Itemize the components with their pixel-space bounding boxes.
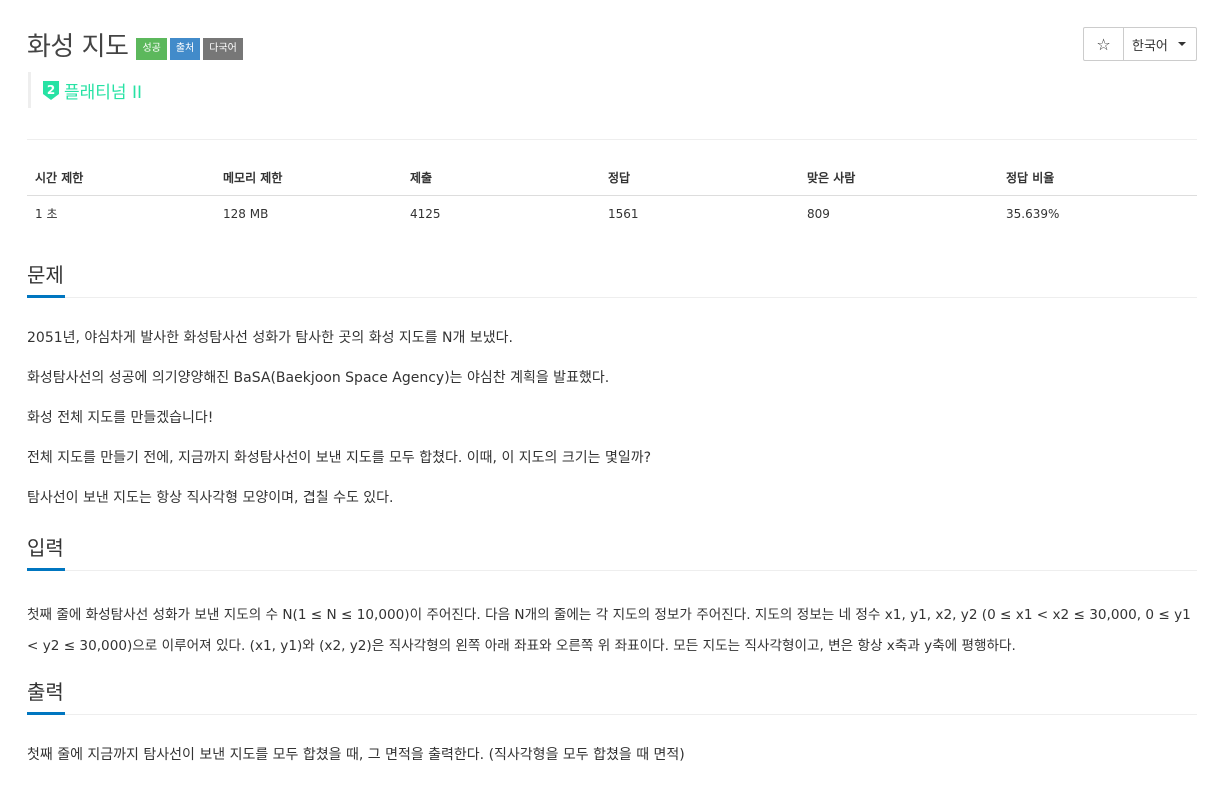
stats-header-row: 시간 제한 메모리 제한 제출 정답 맞은 사람 정답 비율 <box>27 160 1197 196</box>
memory-limit-header: 메모리 제한 <box>215 160 402 196</box>
submissions-header: 제출 <box>402 160 600 196</box>
memory-limit-value: 128 MB <box>223 206 269 221</box>
header-controls: ☆ 한국어 <box>1083 27 1197 61</box>
heading-underline <box>27 295 65 298</box>
output-section-head: 출력 <box>27 677 1197 715</box>
badge-group: 성공 출처 다국어 <box>136 37 245 60</box>
svg-text:2: 2 <box>47 83 55 97</box>
page-title: 화성 지도 <box>27 32 129 62</box>
output-description: 첫째 줄에 지금까지 탐사선이 보낸 지도를 모두 합쳤을 때, 그 면적을 출… <box>27 747 685 763</box>
language-label: 한국어 <box>1132 38 1168 54</box>
input-section-head: 입력 <box>27 533 1197 571</box>
output-section: 출력 첫째 줄에 지금까지 탐사선이 보낸 지도를 모두 합쳤을 때, 그 면적… <box>27 677 1197 765</box>
title-row: 화성 지도 성공 출처 다국어 <box>27 26 1197 63</box>
accept-ratio-value: 35.639% <box>1006 206 1060 221</box>
time-limit-value: 1 초 <box>35 207 58 222</box>
star-icon: ☆ <box>1096 34 1111 54</box>
stats-table: 시간 제한 메모리 제한 제출 정답 맞은 사람 정답 비율 1 초 128 M… <box>27 160 1197 232</box>
input-description: 첫째 줄에 화성탐사선 성화가 보낸 지도의 수 N(1 ≤ N ≤ 10,00… <box>27 607 1191 654</box>
success-badge[interactable]: 성공 <box>136 37 167 60</box>
input-section: 입력 첫째 줄에 화성탐사선 성화가 보낸 지도의 수 N(1 ≤ N ≤ 10… <box>27 533 1197 662</box>
solvers-header: 맞은 사람 <box>799 160 998 196</box>
accept-ratio-header: 정답 비율 <box>998 160 1197 196</box>
problem-paragraph: 탐사선이 보낸 지도는 항상 직사각형 모양이며, 겹칠 수도 있다. <box>27 490 394 506</box>
problem-paragraph: 2051년, 야심차게 발사한 화성탐사선 성화가 탐사한 곳의 화성 지도를 … <box>27 330 513 346</box>
heading-underline <box>27 568 65 571</box>
input-heading: 입력 <box>27 536 64 560</box>
header-divider <box>27 139 1197 140</box>
problem-section: 문제 2051년, 야심차게 발사한 화성탐사선 성화가 탐사한 곳의 화성 지… <box>27 260 1197 508</box>
accepted-header: 정답 <box>600 160 799 196</box>
multilingual-badge[interactable]: 다국어 <box>203 37 243 60</box>
accepted-value: 1561 <box>608 206 639 221</box>
tier-block: 2 플래티넘 II <box>28 72 142 108</box>
problem-header: 화성 지도 성공 출처 다국어 ☆ 한국어 <box>27 26 1197 66</box>
language-dropdown[interactable]: 한국어 <box>1124 28 1196 60</box>
stats-value-row: 1 초 128 MB 4125 1561 809 35.639% <box>27 196 1197 232</box>
submissions-value: 4125 <box>410 206 441 221</box>
problem-heading: 문제 <box>27 263 64 287</box>
source-badge[interactable]: 출처 <box>169 37 201 60</box>
problem-paragraph: 전체 지도를 만들기 전에, 지금까지 화성탐사선이 보낸 지도를 모두 합쳤다… <box>27 450 652 466</box>
solvers-value: 809 <box>807 206 830 221</box>
platinum-2-badge-icon: 2 <box>43 80 59 100</box>
heading-underline <box>27 712 65 715</box>
problem-section-head: 문제 <box>27 260 1197 298</box>
star-button[interactable]: ☆ <box>1084 28 1124 60</box>
problem-paragraph: 화성 전체 지도를 만들겠습니다! <box>27 410 214 426</box>
time-limit-header: 시간 제한 <box>27 160 215 196</box>
chevron-down-icon <box>1178 42 1186 46</box>
tier-label[interactable]: 플래티넘 II <box>64 78 142 103</box>
output-heading: 출력 <box>27 680 64 704</box>
problem-paragraph: 화성탐사선의 성공에 의기양양해진 BaSA(Baekjoon Space Ag… <box>27 370 610 386</box>
